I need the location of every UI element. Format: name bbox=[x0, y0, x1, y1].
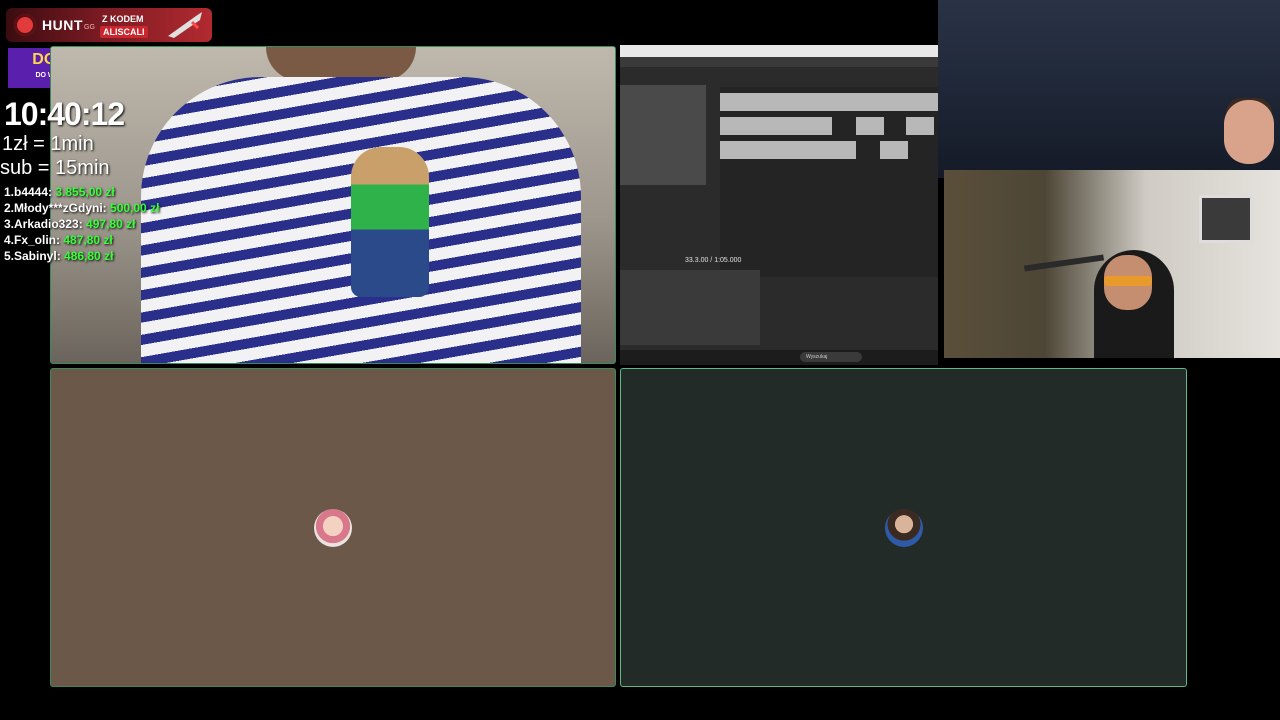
leaderboard-row: 4.Fx_olin: 487,80 zł bbox=[4, 233, 159, 249]
sponsor-banner: HUNT GG Z KODEM ALISCALI bbox=[6, 8, 212, 42]
timer-rule-donation: 1zł = 1min bbox=[2, 133, 94, 155]
guest-face bbox=[1224, 100, 1274, 164]
daw-titlebar bbox=[620, 45, 938, 57]
subathon-timer: 10:40:12 bbox=[4, 96, 125, 132]
daw-mixer[interactable] bbox=[620, 270, 760, 345]
sponsor-code: ALISCALI bbox=[100, 26, 148, 38]
audio-clip[interactable] bbox=[856, 117, 884, 135]
video-tile-guest[interactable] bbox=[938, 0, 1280, 178]
leaderboard-amount: 486,80 zł bbox=[64, 249, 114, 263]
participant-avatar[interactable] bbox=[884, 508, 923, 547]
donation-leaderboard: 1.b4444: 3.855,00 zł 2.Młody***zGdyni: 5… bbox=[4, 185, 159, 265]
sponsor-code-prefix: Z KODEM bbox=[102, 14, 144, 24]
leaderboard-name: 2.Młody***zGdyni: bbox=[4, 201, 107, 215]
leaderboard-amount: 3.855,00 zł bbox=[55, 185, 115, 199]
daw-menubar bbox=[620, 57, 938, 67]
audio-clip[interactable] bbox=[720, 141, 856, 159]
daw-track-list[interactable] bbox=[620, 85, 706, 185]
leaderboard-row: 2.Młody***zGdyni: 500,00 zł bbox=[4, 201, 159, 217]
taskbar-search[interactable]: Wyszukaj bbox=[800, 352, 862, 362]
streamer-chin bbox=[266, 47, 416, 81]
leaderboard-row: 1.b4444: 3.855,00 zł bbox=[4, 185, 159, 201]
leaderboard-name: 4.Fx_olin: bbox=[4, 233, 61, 247]
leaderboard-amount: 500,00 zł bbox=[110, 201, 160, 215]
knife-icon bbox=[168, 12, 202, 38]
participant-tile-1[interactable] bbox=[50, 368, 616, 687]
timer-rule-sub: sub = 15min bbox=[0, 157, 110, 179]
participant-tile-2[interactable] bbox=[620, 368, 1187, 687]
daw-arrange-view[interactable] bbox=[720, 87, 938, 277]
leaderboard-row: 3.Arkadio323: 497,80 zł bbox=[4, 217, 159, 233]
audio-clip[interactable] bbox=[880, 141, 908, 159]
participant-avatar[interactable] bbox=[314, 508, 352, 547]
bear-logo bbox=[351, 147, 429, 297]
audio-clip[interactable] bbox=[720, 117, 832, 135]
audio-clip[interactable] bbox=[720, 93, 938, 111]
leaderboard-name: 1.b4444: bbox=[4, 185, 53, 199]
audio-clip[interactable] bbox=[906, 117, 934, 135]
leaderboard-name: 5.Sabinyl: bbox=[4, 249, 61, 263]
leaderboard-amount: 487,80 zł bbox=[63, 233, 113, 247]
daw-time-display: 33.3.00 / 1:05.000 bbox=[685, 257, 742, 264]
mic-arm bbox=[1023, 254, 1105, 272]
wall-frame bbox=[1199, 195, 1253, 243]
streamer-webcam[interactable] bbox=[944, 170, 1280, 358]
windows-taskbar bbox=[620, 350, 938, 365]
hunt-logo-icon bbox=[14, 14, 36, 36]
leaderboard-name: 3.Arkadio323: bbox=[4, 217, 83, 231]
leaderboard-amount: 497,80 zł bbox=[86, 217, 136, 231]
screen-share-daw[interactable]: 33.3.00 / 1:05.000 Wyszukaj bbox=[620, 45, 938, 365]
leaderboard-row: 5.Sabinyl: 486,80 zł bbox=[4, 249, 159, 265]
streamer-glasses bbox=[1104, 276, 1152, 286]
sponsor-brand-suffix: GG bbox=[84, 24, 95, 31]
sponsor-brand: HUNT bbox=[42, 17, 83, 33]
